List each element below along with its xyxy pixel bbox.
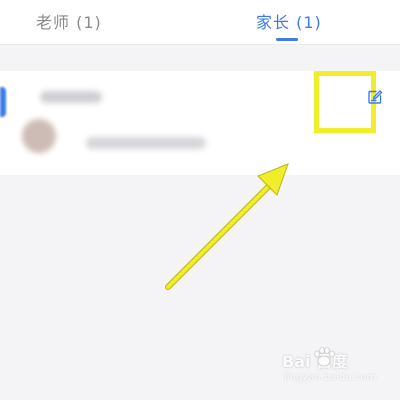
tab-teacher[interactable]: 老师 (1) [36,9,102,33]
group-accent-bar [0,87,6,117]
edit-icon[interactable] [367,89,383,105]
blurred-member-name [40,91,102,103]
active-tab-indicator [276,38,298,41]
blurred-member-detail [86,137,206,149]
avatar [22,119,56,153]
paw-icon [314,347,335,367]
section-gap [0,45,400,71]
baidu-watermark: Bai 百度 jingyan.baidu.com [282,346,382,390]
tab-parent[interactable]: 家长 (1) [256,9,322,33]
watermark-url: jingyan.baidu.com [284,372,377,383]
tab-bar: 老师 (1) 家长 (1) [0,0,400,45]
